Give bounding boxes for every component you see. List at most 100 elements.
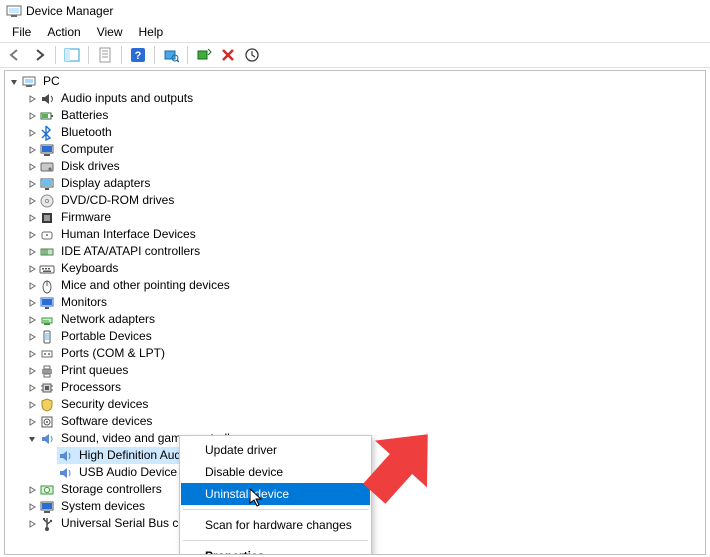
add-legacy-button[interactable] (193, 44, 215, 66)
tree-item-label: High Definition Aud (77, 447, 183, 464)
computer-icon (39, 142, 55, 158)
tree-category[interactable]: Software devices (7, 413, 705, 430)
tree-item-label: Bluetooth (59, 124, 114, 141)
chevron-right-icon[interactable] (25, 177, 39, 191)
sound-icon (39, 431, 55, 447)
menubar: File Action View Help (0, 22, 710, 42)
context-menu: Update driverDisable deviceUninstall dev… (179, 435, 372, 555)
chevron-right-icon[interactable] (25, 228, 39, 242)
network-icon (39, 312, 55, 328)
toolbar-separator (154, 46, 155, 64)
system-icon (39, 499, 55, 515)
help-button[interactable]: ? (127, 44, 149, 66)
tree-item-label: Computer (59, 141, 116, 158)
tree-root[interactable]: PC (7, 73, 705, 90)
menu-view[interactable]: View (89, 23, 131, 41)
menu-help[interactable]: Help (131, 23, 172, 41)
battery-icon (39, 108, 55, 124)
tree-category[interactable]: Monitors (7, 294, 705, 311)
tree-category[interactable]: IDE ATA/ATAPI controllers (7, 243, 705, 260)
tree-category[interactable]: Keyboards (7, 260, 705, 277)
properties-button[interactable] (94, 44, 116, 66)
tree-item-label: Mice and other pointing devices (59, 277, 232, 294)
context-menu-item[interactable]: Properties (181, 545, 370, 555)
security-icon (39, 397, 55, 413)
menu-file[interactable]: File (4, 23, 39, 41)
menu-action[interactable]: Action (39, 23, 88, 41)
show-hide-tree-button[interactable] (61, 44, 83, 66)
sound-icon (57, 465, 73, 481)
chevron-right-icon[interactable] (25, 313, 39, 327)
chevron-right-icon[interactable] (25, 92, 39, 106)
toolbar-separator (88, 46, 89, 64)
chevron-right-icon[interactable] (25, 109, 39, 123)
context-menu-item[interactable]: Disable device (181, 461, 370, 483)
chevron-right-icon[interactable] (25, 364, 39, 378)
tree-item-label: Software devices (59, 413, 154, 430)
tree-category[interactable]: Human Interface Devices (7, 226, 705, 243)
chevron-right-icon[interactable] (25, 194, 39, 208)
tree-category[interactable]: Firmware (7, 209, 705, 226)
chevron-right-icon[interactable] (25, 160, 39, 174)
tree-category[interactable]: Security devices (7, 396, 705, 413)
tree-category[interactable]: Ports (COM & LPT) (7, 345, 705, 362)
chevron-right-icon[interactable] (25, 415, 39, 429)
forward-button[interactable] (28, 44, 50, 66)
device-tree-pane: PCAudio inputs and outputsBatteriesBluet… (4, 70, 706, 555)
tree-category[interactable]: Disk drives (7, 158, 705, 175)
chevron-right-icon[interactable] (25, 143, 39, 157)
tree-item-label: IDE ATA/ATAPI controllers (59, 243, 202, 260)
context-menu-item[interactable]: Update driver (181, 439, 370, 461)
chevron-right-icon[interactable] (25, 279, 39, 293)
scan-hardware-button[interactable] (160, 44, 182, 66)
update-driver-button[interactable] (241, 44, 263, 66)
tree-item-label: Disk drives (59, 158, 122, 175)
chevron-down-icon[interactable] (25, 432, 39, 446)
chevron-right-icon[interactable] (25, 381, 39, 395)
tree-category[interactable]: Print queues (7, 362, 705, 379)
cd-icon (39, 193, 55, 209)
tree-category[interactable]: Processors (7, 379, 705, 396)
tree-category[interactable]: Network adapters (7, 311, 705, 328)
tree-item-label: DVD/CD-ROM drives (59, 192, 176, 209)
chevron-right-icon[interactable] (25, 211, 39, 225)
chevron-right-icon[interactable] (25, 517, 39, 531)
menu-separator (183, 509, 368, 510)
window-title: Device Manager (26, 4, 113, 18)
bluetooth-icon (39, 125, 55, 141)
chevron-right-icon[interactable] (25, 483, 39, 497)
chevron-right-icon[interactable] (25, 245, 39, 259)
ide-icon (39, 244, 55, 260)
tree-category[interactable]: Display adapters (7, 175, 705, 192)
chevron-right-icon[interactable] (25, 347, 39, 361)
chevron-down-icon[interactable] (7, 75, 21, 89)
tree-item-label: Ports (COM & LPT) (59, 345, 167, 362)
chevron-right-icon[interactable] (25, 398, 39, 412)
context-menu-item[interactable]: Scan for hardware changes (181, 514, 370, 536)
software-icon (39, 414, 55, 430)
tree-category[interactable]: Audio inputs and outputs (7, 90, 705, 107)
back-button[interactable] (4, 44, 26, 66)
context-menu-item[interactable]: Uninstall device (181, 483, 370, 505)
chevron-right-icon[interactable] (25, 296, 39, 310)
tree-item-label: USB Audio Device (77, 464, 179, 481)
chevron-right-icon[interactable] (25, 262, 39, 276)
tree-category[interactable]: Bluetooth (7, 124, 705, 141)
chevron-right-icon[interactable] (25, 126, 39, 140)
tree-category[interactable]: DVD/CD-ROM drives (7, 192, 705, 209)
menu-separator (183, 540, 368, 541)
tree-category[interactable]: Batteries (7, 107, 705, 124)
tree-category[interactable]: Mice and other pointing devices (7, 277, 705, 294)
disk-icon (39, 159, 55, 175)
chevron-right-icon[interactable] (25, 330, 39, 344)
chevron-right-icon[interactable] (25, 500, 39, 514)
tree-item-label: PC (41, 73, 62, 90)
storage-icon (39, 482, 55, 498)
toolbar-separator (55, 46, 56, 64)
tree-category[interactable]: Portable Devices (7, 328, 705, 345)
sound-icon (57, 448, 73, 464)
cpu-icon (39, 380, 55, 396)
tree-category[interactable]: Computer (7, 141, 705, 158)
uninstall-button[interactable] (217, 44, 239, 66)
toolbar: ? (0, 42, 710, 68)
